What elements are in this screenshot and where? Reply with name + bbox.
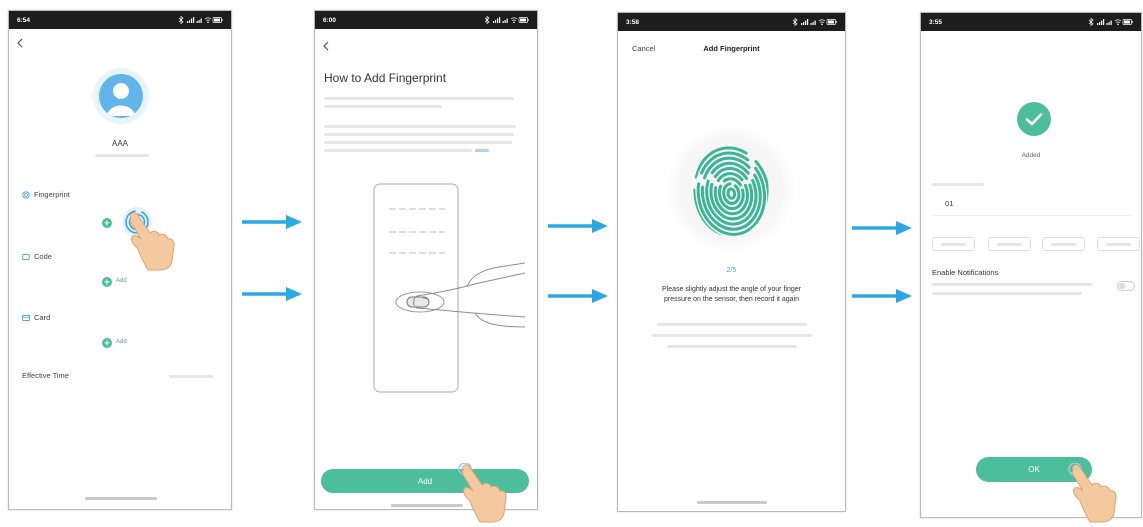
status-time: 6:54 [17,16,31,24]
arrow-right-icon [242,215,302,229]
home-indicator [697,501,767,504]
faint-text-line [932,292,1082,295]
status-time: 3:55 [929,18,943,26]
user-icon [107,83,135,116]
add-card-label[interactable]: Add [116,339,127,345]
faint-text-line [324,105,442,108]
faint-text-line [997,242,1022,246]
result-label: Added [1021,152,1041,159]
faint-text-line [1051,242,1076,246]
faint-text-line [169,375,213,378]
code-row[interactable]: Code [22,252,52,261]
fingerprint-row[interactable]: Fingerprint [22,190,70,199]
name-chip[interactable] [988,237,1031,251]
chevron-left-icon[interactable] [322,41,330,51]
status-time: 6:00 [323,16,337,24]
faint-text-line [667,345,797,348]
arrow-right-icon [548,289,608,303]
faint-text-line [324,149,472,152]
card-icon [22,314,30,321]
name-chip[interactable] [1042,237,1085,251]
faint-text-line [657,323,807,326]
add-code-button[interactable] [102,277,112,287]
code-icon [22,253,30,260]
instruction-line: Please slightly adjust the angle of your… [662,286,801,293]
hand-pointer-icon [458,463,507,523]
status-bar: 3:58 [618,13,845,31]
home-indicator [85,497,157,500]
status-bar: 3:55 [921,13,1141,31]
page-title: Add Fingerprint [703,44,760,53]
screen-add-fingerprint: 3:58 Cancel Add Fingerprint 2/5 Please s… [617,12,846,512]
notifications-label: Enable Notifications [932,268,999,277]
fingerprint-label: Fingerprint [34,190,70,199]
screen-user-detail: 6:54 AAA Fingerprint Code Add Card Add E… [8,10,232,510]
status-bar: 6:00 [315,11,537,29]
faint-text-line [324,133,514,136]
toggle-knob [1119,283,1125,289]
faint-text-line [324,125,516,128]
code-label: Code [34,252,52,261]
add-code-label[interactable]: Add [116,278,127,284]
status-time: 3:58 [626,18,640,26]
user-name: AAA [111,139,128,148]
arrow-right-icon [548,219,608,233]
arrow-right-icon [852,221,912,235]
status-icons [1088,18,1133,26]
fingerprint-name-input[interactable]: 01 [945,199,953,208]
faint-text-line [1106,242,1131,246]
chevron-left-icon[interactable] [16,38,24,48]
progress-count: 2/5 [726,267,737,274]
faint-text-line [324,141,512,144]
hand-pointer-icon [129,212,175,271]
name-chip[interactable] [932,237,975,251]
check-icon [1025,113,1043,126]
home-indicator [391,504,463,507]
status-icons [792,18,837,26]
fingerprint-small-icon [22,190,30,199]
hand-pointer-icon [1068,463,1117,523]
status-bar: 6:54 [9,11,231,29]
success-badge [1017,102,1051,136]
page-title: How to Add Fingerprint [324,71,447,85]
instruction-line: pressure on the sensor, then record it a… [663,296,800,303]
input-underline [932,215,1132,216]
status-icons [178,16,223,24]
faint-text-line [932,283,1092,286]
faint-link-line[interactable] [475,149,489,152]
faint-text-line [652,334,812,337]
lock-illustration [373,183,526,393]
card-label: Card [34,313,51,322]
fingerprint-icon [693,146,769,237]
faint-text-line [932,183,984,186]
faint-text-line [95,154,149,157]
card-row[interactable]: Card [22,313,50,322]
arrow-right-icon [852,289,912,303]
status-icons [484,16,529,24]
faint-text-line [324,97,514,100]
arrow-right-icon [242,287,302,301]
avatar[interactable] [99,74,143,118]
faint-text-line [941,242,966,246]
screen-fingerprint-added: 3:55 Added 01 Enable Notifications OK [920,12,1142,518]
name-chip[interactable] [1097,237,1140,251]
notifications-toggle[interactable] [1117,281,1135,291]
screen-how-to-add: 6:00 How to Add Fingerprint Add [314,10,538,510]
add-fingerprint-button[interactable] [102,218,112,228]
add-card-button[interactable] [102,338,112,348]
effective-time-label[interactable]: Effective Time [22,371,69,380]
